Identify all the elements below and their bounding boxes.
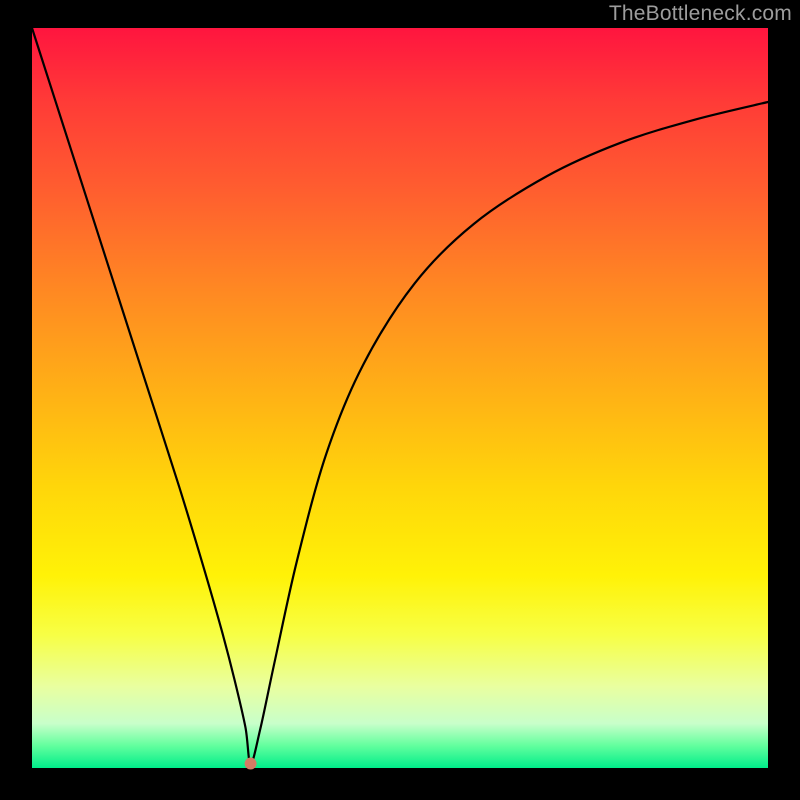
watermark-text: TheBottleneck.com xyxy=(609,2,792,26)
chart-frame: TheBottleneck.com xyxy=(0,0,800,800)
bottleneck-curve xyxy=(32,28,768,764)
vertex-marker xyxy=(245,758,257,770)
chart-svg xyxy=(32,28,768,768)
plot-area xyxy=(32,28,768,768)
